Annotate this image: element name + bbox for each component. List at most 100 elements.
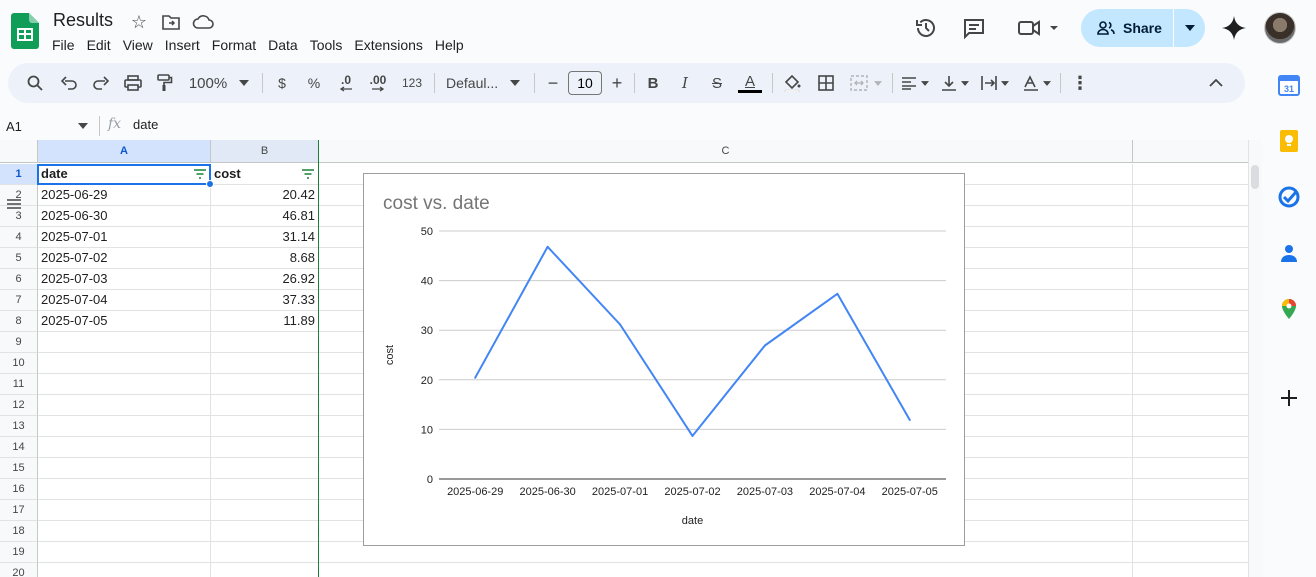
more-options-icon[interactable]: ⋮: [1068, 63, 1092, 103]
filter-icon-b[interactable]: [301, 168, 315, 180]
filter-icon-a[interactable]: [193, 168, 207, 180]
fill-handle[interactable]: [206, 180, 214, 188]
version-history-icon[interactable]: [910, 12, 942, 44]
decrease-decimal-button[interactable]: .0: [334, 63, 358, 103]
menu-extensions[interactable]: Extensions: [348, 35, 428, 55]
column-header-d[interactable]: [1133, 140, 1248, 163]
menu-file[interactable]: File: [46, 35, 81, 55]
gemini-icon[interactable]: [1220, 14, 1248, 42]
cell-A3[interactable]: 2025-06-30: [38, 206, 211, 227]
cell-C20[interactable]: [319, 563, 1133, 577]
frozen-column-divider[interactable]: [318, 140, 319, 577]
row-header-9[interactable]: 9: [0, 332, 38, 353]
cell-D18[interactable]: [1133, 521, 1248, 542]
cell-B20[interactable]: [211, 563, 319, 577]
menu-data[interactable]: Data: [262, 35, 304, 55]
font-size-input[interactable]: [568, 71, 602, 95]
font-family-select[interactable]: Defaul...: [442, 63, 524, 103]
collapse-menus-icon[interactable]: [1204, 63, 1228, 103]
cell-B18[interactable]: [211, 521, 319, 542]
row-header-8[interactable]: 8: [0, 311, 38, 332]
cell-D7[interactable]: [1133, 290, 1248, 311]
tasks-icon[interactable]: [1277, 185, 1301, 209]
decrease-font-size-icon[interactable]: −: [542, 63, 564, 103]
row-header-6[interactable]: 6: [0, 269, 38, 290]
sheets-logo-icon[interactable]: [11, 13, 39, 49]
cell-D10[interactable]: [1133, 353, 1248, 374]
document-title[interactable]: Results: [53, 10, 113, 31]
row-header-14[interactable]: 14: [0, 437, 38, 458]
cell-D3[interactable]: [1133, 206, 1248, 227]
text-wrapping-icon[interactable]: [978, 63, 1012, 103]
cell-B13[interactable]: [211, 416, 319, 437]
comments-icon[interactable]: [958, 12, 990, 44]
row-header-16[interactable]: 16: [0, 479, 38, 500]
row-header-13[interactable]: 13: [0, 416, 38, 437]
cell-D15[interactable]: [1133, 458, 1248, 479]
cell-B19[interactable]: [211, 542, 319, 563]
cell-B4[interactable]: 31.14: [211, 227, 319, 248]
formula-input[interactable]: date: [133, 117, 158, 132]
undo-icon[interactable]: [56, 63, 82, 103]
increase-font-size-icon[interactable]: +: [606, 63, 628, 103]
share-dropdown-icon[interactable]: [1174, 9, 1205, 47]
cell-D13[interactable]: [1133, 416, 1248, 437]
borders-icon[interactable]: [814, 63, 838, 103]
select-all-corner[interactable]: [0, 140, 38, 163]
row-header-12[interactable]: 12: [0, 395, 38, 416]
menu-tools[interactable]: Tools: [304, 35, 349, 55]
cell-D9[interactable]: [1133, 332, 1248, 353]
paint-format-icon[interactable]: [152, 63, 178, 103]
drag-handle-icon[interactable]: [6, 196, 22, 212]
cell-D6[interactable]: [1133, 269, 1248, 290]
cell-D4[interactable]: [1133, 227, 1248, 248]
cell-B8[interactable]: 11.89: [211, 311, 319, 332]
cell-B6[interactable]: 26.92: [211, 269, 319, 290]
percent-format-button[interactable]: %: [302, 63, 326, 103]
cell-A6[interactable]: 2025-07-03: [38, 269, 211, 290]
menu-help[interactable]: Help: [429, 35, 470, 55]
menu-edit[interactable]: Edit: [81, 35, 117, 55]
meet-icon[interactable]: [1014, 12, 1062, 44]
row-header-17[interactable]: 17: [0, 500, 38, 521]
cell-D19[interactable]: [1133, 542, 1248, 563]
cell-D5[interactable]: [1133, 248, 1248, 269]
column-header-a[interactable]: A: [38, 140, 211, 163]
row-header-11[interactable]: 11: [0, 374, 38, 395]
cell-B16[interactable]: [211, 479, 319, 500]
add-addon-icon[interactable]: [1277, 386, 1301, 410]
menu-format[interactable]: Format: [206, 35, 262, 55]
cell-A18[interactable]: [38, 521, 211, 542]
cell-A12[interactable]: [38, 395, 211, 416]
cell-D11[interactable]: [1133, 374, 1248, 395]
cell-A17[interactable]: [38, 500, 211, 521]
vertical-align-icon[interactable]: [938, 63, 972, 103]
scrollbar-thumb[interactable]: [1251, 165, 1259, 189]
contacts-icon[interactable]: [1277, 241, 1301, 265]
cell-A5[interactable]: 2025-07-02: [38, 248, 211, 269]
cell-A2[interactable]: 2025-06-29: [38, 185, 211, 206]
cell-A10[interactable]: [38, 353, 211, 374]
row-header-10[interactable]: 10: [0, 353, 38, 374]
cell-A1[interactable]: date: [38, 164, 211, 185]
cell-A16[interactable]: [38, 479, 211, 500]
cell-D20[interactable]: [1133, 563, 1248, 577]
cell-D16[interactable]: [1133, 479, 1248, 500]
text-color-button[interactable]: A: [737, 63, 763, 103]
move-folder-icon[interactable]: [161, 13, 181, 31]
print-icon[interactable]: [120, 63, 146, 103]
row-header-7[interactable]: 7: [0, 290, 38, 311]
share-button[interactable]: Share: [1081, 9, 1205, 47]
redo-icon[interactable]: [88, 63, 114, 103]
text-rotation-icon[interactable]: [1020, 63, 1054, 103]
line-chart[interactable]: cost vs. date 0 10 20 30 40 50 2025-06-29 2025-0…: [363, 173, 965, 546]
share-main[interactable]: Share: [1081, 9, 1173, 47]
row-header-5[interactable]: 5: [0, 248, 38, 269]
cell-D12[interactable]: [1133, 395, 1248, 416]
bold-button[interactable]: B: [642, 63, 664, 103]
increase-decimal-button[interactable]: .00: [364, 63, 392, 103]
row-header-18[interactable]: 18: [0, 521, 38, 542]
merge-cells-icon[interactable]: [846, 63, 886, 103]
italic-button[interactable]: I: [674, 63, 696, 103]
maps-icon[interactable]: [1277, 297, 1301, 321]
